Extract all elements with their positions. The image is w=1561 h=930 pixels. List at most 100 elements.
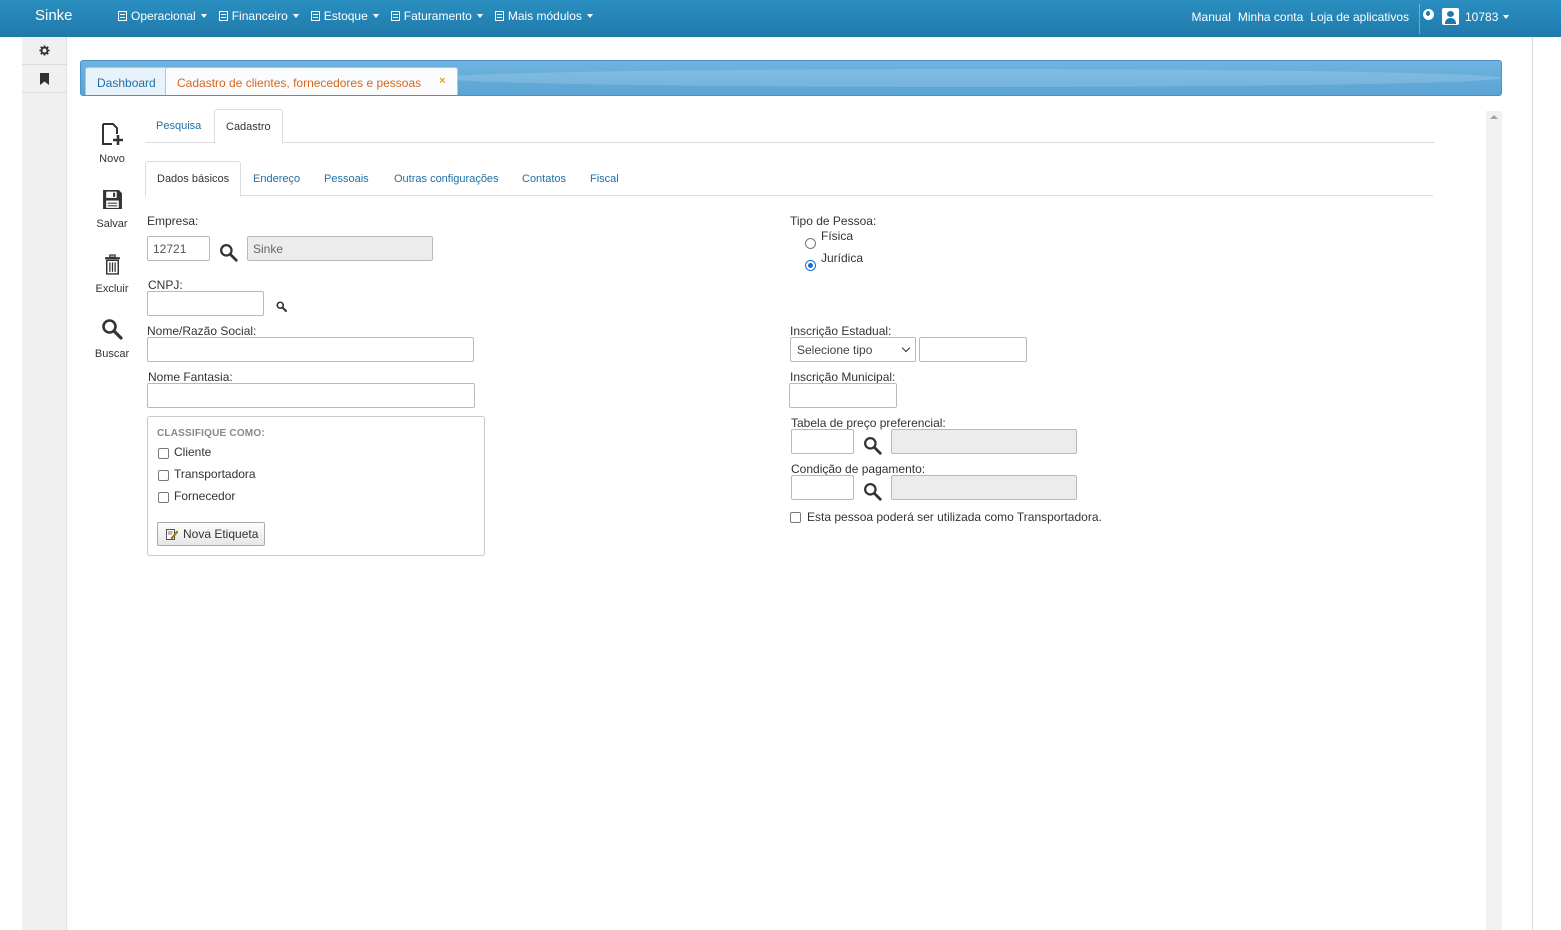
user-id: 10783 [1465,9,1499,24]
fornecedor-checkbox[interactable] [158,492,169,503]
settings-button[interactable] [22,37,67,65]
excluir-button[interactable]: Excluir [88,245,136,310]
menu-financeiro[interactable]: Financeiro [218,9,299,23]
novo-button[interactable]: Novo [88,115,136,180]
menu-label: Mais módulos [507,9,582,23]
cliente-label: Cliente [174,445,212,459]
tab-endereco[interactable]: Endereço [242,161,311,196]
tipo-pessoa-label: Tipo de Pessoa: [790,214,877,228]
tab-fiscal[interactable]: Fiscal [579,161,630,196]
novo-label: Novo [99,153,125,165]
form-tabs: Dados básicos Endereço Pessoais Outras c… [145,161,1433,197]
classifique-title: CLASSIFIQUE COMO: [157,428,265,439]
chevron-down-icon [901,343,911,353]
caret-down-icon [200,14,207,18]
menu-mais-modulos[interactable]: Mais módulos [494,9,593,23]
tab-label: Dados básicos [157,173,230,185]
user-icon [1442,8,1459,25]
buscar-label: Buscar [94,348,130,360]
transportadora-checkbox[interactable] [158,470,169,481]
tab-label: Cadastro de clientes, fornecedores e pes… [177,75,422,90]
tab-contatos[interactable]: Contatos [511,161,577,196]
tabela-code-input[interactable] [791,429,854,454]
tab-label: Outras configurações [394,172,499,185]
menu-operacional[interactable]: Operacional [118,9,207,23]
tab-label: Endereço [253,172,301,185]
vertical-scrollbar[interactable] [1486,111,1502,930]
caret-down-icon [476,14,483,18]
tab-pesquisa[interactable]: Pesquisa [145,109,212,143]
tab-outras-configuracoes[interactable]: Outras configurações [383,161,510,196]
cnpj-input[interactable] [147,291,264,316]
tab-pessoais[interactable]: Pessoais [313,161,380,196]
juridica-radio[interactable] [805,260,816,271]
header-divider [1419,4,1420,34]
tab-cadastro-clientes[interactable]: Cadastro de clientes, fornecedores e pes… [165,67,458,95]
empresa-name-field: Sinke [247,236,433,261]
nome-label: Nome/Razão Social: [147,324,257,338]
caret-down-icon [1503,14,1510,19]
caret-down-icon [586,14,593,18]
tab-label: Pesquisa [156,120,202,132]
main-menu: Operacional Financeiro Estoque Faturamen… [118,9,605,23]
ie-input[interactable] [919,337,1027,362]
brand-logo[interactable]: Sinke [35,7,73,24]
gear-icon [39,45,50,56]
fisica-label: Física [821,229,854,243]
window-tabbar: Dashboard Cadastro de clientes, forneced… [80,60,1502,96]
floppy-disk-icon [102,189,122,209]
tabela-label: Tabela de preço preferencial: [791,416,946,430]
menu-label: Financeiro [231,9,288,23]
new-file-icon [102,123,123,145]
salvar-label: Salvar [96,218,128,230]
nome-input[interactable] [147,337,474,362]
tab-dados-basicos[interactable]: Dados básicos [145,161,242,197]
fantasia-label: Nome Fantasia: [148,370,233,384]
fisica-radio[interactable] [805,238,816,249]
account-link[interactable]: Minha conta [1238,10,1303,24]
list-icon [310,11,320,21]
menu-label: Estoque [323,9,368,23]
trash-icon [104,253,120,275]
store-link[interactable]: Loja de aplicativos [1310,10,1409,24]
condicao-label: Condição de pagamento: [791,462,926,476]
tab-dashboard[interactable]: Dashboard [85,67,168,95]
im-label: Inscrição Municipal: [790,370,896,384]
ie-type-select[interactable]: Selecione tipo [790,337,916,362]
ie-label: Inscrição Estadual: [790,324,892,338]
menu-label: Faturamento [403,9,472,23]
condicao-search-icon[interactable] [863,482,882,501]
empresa-search-icon[interactable] [219,243,238,262]
list-icon [390,11,400,21]
header-links: Manual Minha conta Loja de aplicativos [1185,10,1409,24]
nova-etiqueta-label: Nova Etiqueta [183,527,259,541]
list-icon [494,11,504,21]
globe-icon[interactable] [1423,9,1434,20]
tab-label: Pessoais [324,172,369,185]
condicao-name-field [891,475,1077,500]
transportadora-usage-checkbox[interactable] [790,512,801,523]
fantasia-input[interactable] [147,383,475,408]
bookmark-button[interactable] [22,65,67,93]
action-toolbar: Novo Salvar Excluir Buscar [88,115,136,375]
list-icon [118,11,127,21]
salvar-button[interactable]: Salvar [88,180,136,245]
close-icon[interactable]: × [439,75,445,87]
page-right-border [1532,37,1533,930]
manual-link[interactable]: Manual [1192,10,1231,24]
cliente-checkbox[interactable] [158,448,169,459]
nova-etiqueta-button[interactable]: Nova Etiqueta [157,522,265,546]
tab-cadastro[interactable]: Cadastro [214,109,283,144]
im-input[interactable] [789,383,897,408]
edit-icon [166,529,178,540]
empresa-code-input[interactable]: 12721 [147,236,210,261]
user-menu[interactable]: 10783 [1442,8,1510,25]
top-navbar: Sinke Operacional Financeiro Estoque Fat… [0,0,1561,37]
menu-faturamento[interactable]: Faturamento [390,9,483,23]
menu-estoque[interactable]: Estoque [310,9,379,23]
scroll-up-icon[interactable] [1490,115,1498,119]
buscar-button[interactable]: Buscar [88,310,136,375]
tabela-search-icon[interactable] [863,436,882,455]
cnpj-search-icon[interactable] [276,301,287,312]
condicao-code-input[interactable] [791,475,854,500]
